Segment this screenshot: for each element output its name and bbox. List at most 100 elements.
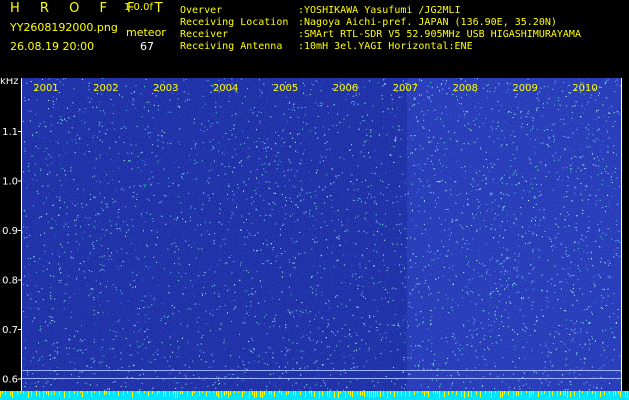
speckle xyxy=(296,170,298,172)
speckle xyxy=(481,385,483,387)
speckle xyxy=(231,369,233,371)
speckle xyxy=(565,253,567,255)
speckle xyxy=(534,224,536,226)
speckle xyxy=(103,270,105,272)
speckle xyxy=(99,256,101,258)
speckle xyxy=(100,349,101,351)
speckle xyxy=(594,141,596,143)
speckle xyxy=(538,257,540,259)
speckle xyxy=(339,122,341,123)
speckle xyxy=(430,350,432,352)
speckle xyxy=(501,263,503,265)
speckle xyxy=(54,235,56,237)
speckle xyxy=(404,286,406,288)
speckle xyxy=(379,223,381,225)
speckle xyxy=(62,120,63,121)
speckle xyxy=(152,117,154,119)
speckle xyxy=(212,146,214,148)
speckle xyxy=(115,265,117,267)
speckle xyxy=(38,291,40,293)
speckle xyxy=(501,191,502,193)
speckle xyxy=(228,256,230,258)
speckle xyxy=(254,291,256,293)
speckle xyxy=(603,115,605,117)
speckle xyxy=(526,134,528,136)
speckle xyxy=(431,363,433,365)
bottom-tick xyxy=(495,391,496,393)
speckle xyxy=(580,322,582,324)
speckle xyxy=(168,315,169,317)
speckle xyxy=(571,200,573,202)
speckle xyxy=(220,245,222,247)
speckle xyxy=(37,381,39,383)
speckle xyxy=(69,338,71,340)
speckle xyxy=(451,221,453,223)
speckle xyxy=(471,225,473,226)
bottom-tick xyxy=(352,391,353,397)
speckle xyxy=(526,327,528,329)
speckle xyxy=(474,78,476,80)
speckle xyxy=(385,213,386,215)
speckle xyxy=(100,269,102,271)
speckle xyxy=(144,295,146,297)
speckle xyxy=(270,215,272,217)
speckle xyxy=(322,380,324,382)
speckle xyxy=(404,194,406,196)
speckle xyxy=(39,258,41,260)
speckle xyxy=(451,253,452,255)
speckle xyxy=(194,144,196,146)
speckle xyxy=(418,291,420,293)
speckle xyxy=(516,174,518,176)
speckle xyxy=(532,126,534,128)
speckle xyxy=(410,345,412,347)
speckle xyxy=(502,237,504,239)
speckle xyxy=(232,190,234,192)
bottom-tick xyxy=(422,391,423,393)
speckle xyxy=(529,159,531,161)
speckle xyxy=(518,182,520,184)
speckle xyxy=(564,268,566,270)
speckle xyxy=(615,81,616,82)
speckle xyxy=(542,103,544,105)
speckle xyxy=(465,170,466,172)
speckle xyxy=(499,293,501,295)
speckle xyxy=(285,205,286,207)
speckle xyxy=(303,212,305,214)
speckle xyxy=(148,110,149,112)
speckle xyxy=(398,230,400,232)
speckle xyxy=(258,158,260,160)
speckle xyxy=(77,382,79,384)
speckle xyxy=(489,373,491,375)
speckle xyxy=(283,129,285,131)
speckle xyxy=(344,230,346,232)
speckle xyxy=(540,161,542,163)
bottom-tick xyxy=(295,391,296,396)
speckle xyxy=(55,140,57,142)
speckle xyxy=(472,323,474,325)
bottom-tick xyxy=(216,391,217,396)
speckle xyxy=(613,152,615,154)
speckle xyxy=(47,381,49,383)
speckle xyxy=(77,203,79,205)
speckle xyxy=(263,323,265,325)
speckle xyxy=(462,227,464,229)
speckle xyxy=(353,189,355,191)
speckle xyxy=(178,248,180,250)
speckle xyxy=(78,349,80,351)
speckle xyxy=(548,351,550,353)
speckle xyxy=(212,314,214,316)
speckle xyxy=(446,108,448,110)
speckle xyxy=(444,148,445,150)
speckle xyxy=(84,121,86,123)
speckle xyxy=(44,321,46,323)
speckle xyxy=(70,167,72,169)
speckle xyxy=(552,189,554,191)
speckle xyxy=(246,236,248,238)
speckle xyxy=(471,190,473,192)
speckle xyxy=(437,299,439,301)
speckle xyxy=(404,182,406,184)
speckle xyxy=(431,155,433,156)
speckle xyxy=(50,292,52,294)
speckle xyxy=(351,275,353,277)
speckle xyxy=(371,120,373,122)
